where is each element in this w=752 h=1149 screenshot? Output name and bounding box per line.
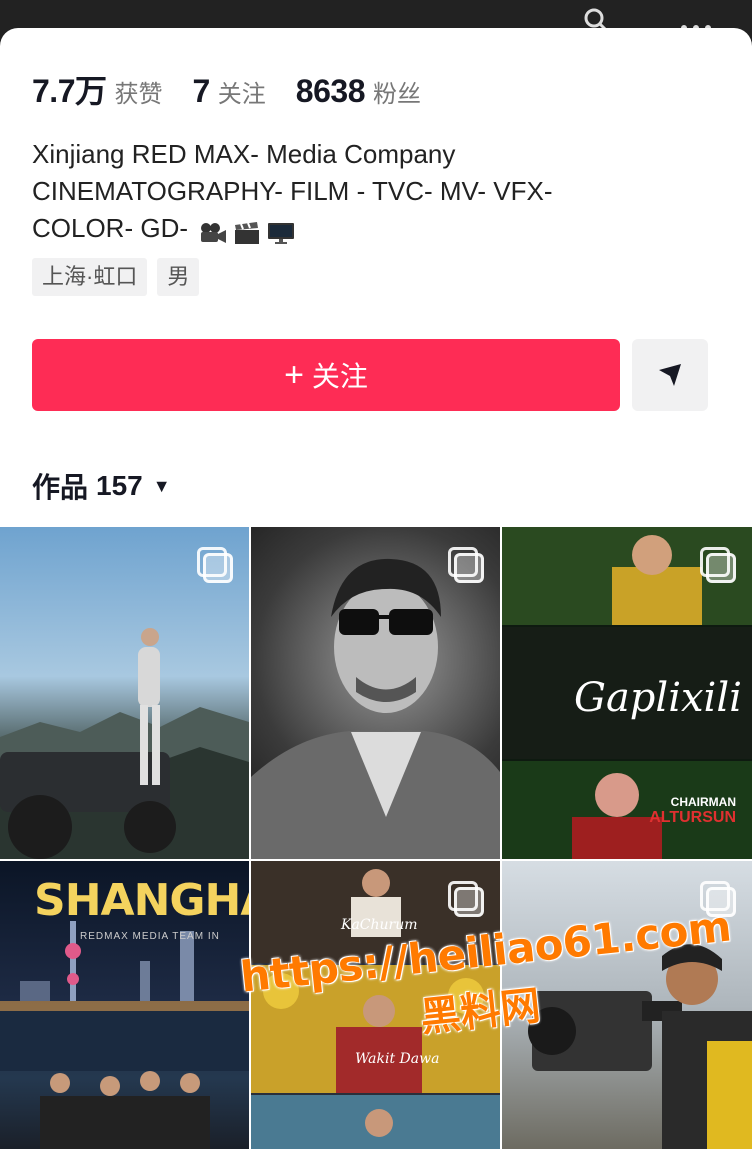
video-camera-icon bbox=[199, 218, 227, 244]
stat-likes[interactable]: 7.7万 获赞 bbox=[32, 66, 163, 112]
desktop-computer-icon bbox=[267, 218, 295, 245]
bio-line-1: Xinjiang RED MAX- Media Company bbox=[32, 139, 456, 169]
stat-followers-value: 8638 bbox=[295, 73, 366, 109]
profile-tags: 上海·虹口 男 bbox=[32, 258, 200, 296]
stat-followers-label: 粉丝 bbox=[372, 81, 421, 108]
works-grid: Gaplixili CHAIRMAN ALTURSUN SHANGH REDMA… bbox=[0, 527, 752, 1149]
multi-image-icon bbox=[197, 547, 233, 583]
multi-image-icon bbox=[448, 547, 484, 583]
tile-text-kachurum: KaChurum bbox=[341, 917, 418, 933]
works-label: 作品 bbox=[32, 472, 89, 503]
tile-text-wakit-dawa: Wakit Dawa bbox=[355, 1051, 440, 1067]
works-count: 157 bbox=[96, 470, 143, 501]
work-tile[interactable] bbox=[0, 527, 249, 859]
stat-followers[interactable]: 8638 粉丝 bbox=[296, 73, 421, 110]
bio-line-3: COLOR- GD- bbox=[32, 210, 712, 247]
bio-line-3-text: COLOR- GD- bbox=[32, 213, 188, 243]
work-tile[interactable] bbox=[251, 527, 500, 859]
tag-location: 上海·虹口 bbox=[32, 258, 148, 296]
multi-image-icon bbox=[448, 881, 484, 917]
follow-button-label: 关注 bbox=[311, 361, 368, 392]
stat-likes-label: 获赞 bbox=[114, 81, 163, 108]
work-tile[interactable]: Gaplixili CHAIRMAN ALTURSUN bbox=[502, 527, 752, 859]
multi-image-icon bbox=[700, 547, 736, 583]
chairman-label: CHAIRMAN bbox=[670, 795, 736, 809]
send-arrow-icon bbox=[659, 364, 681, 386]
tag-gender: 男 bbox=[157, 258, 200, 296]
tile-text-shanghai-sub: REDMAX MEDIA TEAM IN bbox=[80, 931, 220, 942]
share-button[interactable] bbox=[632, 339, 708, 411]
tile-text-chairman: CHAIRMAN ALTURSUN bbox=[649, 795, 736, 827]
tile-text-shanghai: SHANGHAI bbox=[34, 875, 249, 926]
plus-icon: + bbox=[284, 356, 304, 394]
stat-following-value: 7 bbox=[192, 73, 211, 109]
profile-stats: 7.7万 获赞 7 关注 8638 粉丝 bbox=[32, 66, 451, 112]
work-tile[interactable]: SHANGHAI REDMAX MEDIA TEAM IN bbox=[0, 861, 249, 1149]
clapper-board-icon bbox=[233, 218, 261, 245]
bio-line-2: CINEMATOGRAPHY- FILM - TVC- MV- VFX- bbox=[32, 176, 553, 206]
stat-following-label: 关注 bbox=[217, 81, 266, 108]
tile-text-gaplixili: Gaplixili bbox=[574, 675, 742, 721]
chairman-name: ALTURSUN bbox=[649, 809, 736, 826]
profile-sheet: 7.7万 获赞 7 关注 8638 粉丝 Xinjiang RED MAX- M… bbox=[0, 28, 752, 1149]
stat-likes-value: 7.7万 bbox=[32, 73, 107, 109]
caret-down-icon: ▼ bbox=[152, 475, 171, 496]
works-tab[interactable]: 作品 157 ▼ bbox=[32, 466, 171, 506]
profile-bio: Xinjiang RED MAX- Media Company CINEMATO… bbox=[32, 136, 712, 247]
follow-button[interactable]: + 关注 bbox=[32, 339, 620, 411]
stat-following[interactable]: 7 关注 bbox=[193, 73, 266, 110]
